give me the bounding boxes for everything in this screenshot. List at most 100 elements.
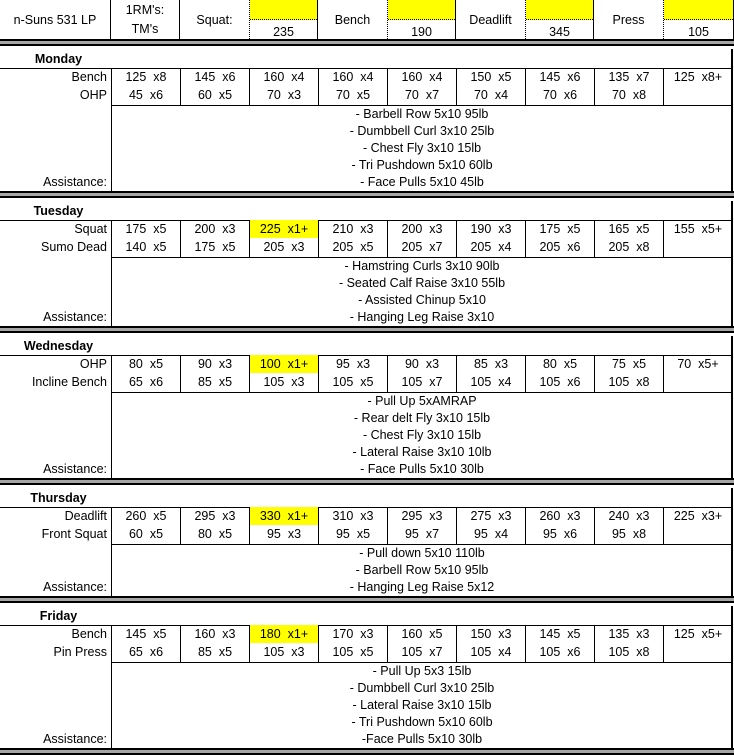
bench-label-cell[interactable]: Bench xyxy=(318,0,387,39)
primary-set-cell[interactable]: 295 x3 xyxy=(181,507,249,525)
primary-set-cell[interactable]: 145 x5 xyxy=(526,625,594,643)
secondary-set-cell[interactable]: 105 x7 xyxy=(388,373,456,391)
primary-set-cell[interactable]: 80 x5 xyxy=(526,355,594,373)
deadlift-tm-cell[interactable]: 345 xyxy=(525,0,594,39)
secondary-set-cell[interactable]: 205 x5 xyxy=(319,238,387,256)
secondary-set-cell[interactable]: 70 x4 xyxy=(457,86,525,104)
rm-label-cell[interactable]: 1RM's: TM's xyxy=(111,0,180,39)
primary-set-cell[interactable]: 160 x4 xyxy=(319,68,387,86)
primary-set-cell[interactable]: 175 x5 xyxy=(526,220,594,238)
primary-set-cell[interactable]: 80 x5 xyxy=(112,355,180,373)
bench-1rm-input[interactable] xyxy=(388,0,455,20)
secondary-set-cell[interactable]: 65 x6 xyxy=(112,373,180,391)
secondary-set-cell[interactable]: 70 x8 xyxy=(595,86,663,104)
primary-set-cell[interactable]: 200 x3 xyxy=(181,220,249,238)
press-1rm-input[interactable] xyxy=(664,0,733,20)
secondary-set-cell[interactable]: 70 x7 xyxy=(388,86,456,104)
secondary-set-cell[interactable] xyxy=(664,373,732,391)
secondary-set-cell[interactable]: 105 x7 xyxy=(388,643,456,661)
secondary-set-cell[interactable]: 205 x4 xyxy=(457,238,525,256)
primary-set-cell[interactable]: 125 x5+ xyxy=(664,625,732,643)
secondary-set-cell[interactable]: 105 x6 xyxy=(526,373,594,391)
primary-set-cell[interactable]: 160 x4 xyxy=(250,68,318,86)
secondary-set-cell[interactable]: 65 x6 xyxy=(112,643,180,661)
primary-set-cell[interactable]: 95 x3 xyxy=(319,355,387,373)
primary-set-cell[interactable]: 150 x3 xyxy=(457,625,525,643)
primary-set-cell[interactable]: 210 x3 xyxy=(319,220,387,238)
secondary-set-cell[interactable]: 105 x8 xyxy=(595,373,663,391)
squat-tm-cell[interactable]: 235 xyxy=(249,0,318,39)
primary-set-cell[interactable]: 160 x4 xyxy=(388,68,456,86)
secondary-set-cell[interactable]: 45 x6 xyxy=(112,86,180,104)
assistance-cell[interactable]: - Pull Up 5xAMRAP - Rear delt Fly 3x10 15… xyxy=(111,392,732,478)
primary-set-cell[interactable]: 160 x5 xyxy=(388,625,456,643)
primary-set-cell[interactable]: 260 x5 xyxy=(112,507,180,525)
assistance-cell[interactable]: - Hamstring Curls 3x10 90lb - Seated Calf… xyxy=(111,257,732,326)
secondary-set-cell[interactable]: 205 x3 xyxy=(250,238,318,256)
secondary-set-cell[interactable]: 105 x8 xyxy=(595,643,663,661)
secondary-set-cell[interactable]: 70 x6 xyxy=(526,86,594,104)
primary-set-cell[interactable]: 145 x6 xyxy=(181,68,249,86)
primary-set-cell[interactable]: 145 x5 xyxy=(112,625,180,643)
secondary-set-cell[interactable]: 205 x8 xyxy=(595,238,663,256)
amrap-set-cell[interactable]: 330 x1+ xyxy=(250,507,318,525)
assistance-cell[interactable]: - Pull down 5x10 110lb - Barbell Row 5x10… xyxy=(111,544,732,596)
program-title-cell[interactable]: n-Suns 531 LP xyxy=(0,0,111,39)
assistance-cell[interactable]: - Pull Up 5x3 15lb - Dumbbell Curl 3x10 2… xyxy=(111,662,732,748)
primary-set-cell[interactable]: 240 x3 xyxy=(595,507,663,525)
squat-1rm-input[interactable] xyxy=(250,0,317,20)
amrap-set-cell[interactable]: 180 x1+ xyxy=(250,625,318,643)
primary-set-cell[interactable]: 260 x3 xyxy=(526,507,594,525)
primary-set-cell[interactable]: 145 x6 xyxy=(526,68,594,86)
secondary-set-cell[interactable]: 95 x4 xyxy=(457,525,525,543)
primary-set-cell[interactable]: 125 x8 xyxy=(112,68,180,86)
secondary-set-cell[interactable]: 105 x4 xyxy=(457,643,525,661)
primary-set-cell[interactable]: 170 x3 xyxy=(319,625,387,643)
primary-set-cell[interactable]: 295 x3 xyxy=(388,507,456,525)
secondary-set-cell[interactable]: 95 x8 xyxy=(595,525,663,543)
primary-set-cell[interactable]: 275 x3 xyxy=(457,507,525,525)
secondary-set-cell[interactable] xyxy=(664,238,732,256)
secondary-set-cell[interactable]: 105 x3 xyxy=(250,373,318,391)
secondary-set-cell[interactable]: 60 x5 xyxy=(181,86,249,104)
primary-set-cell[interactable]: 70 x5+ xyxy=(664,355,732,373)
secondary-set-cell[interactable]: 60 x5 xyxy=(112,525,180,543)
primary-set-cell[interactable]: 90 x3 xyxy=(388,355,456,373)
secondary-set-cell[interactable]: 80 x5 xyxy=(181,525,249,543)
primary-set-cell[interactable]: 190 x3 xyxy=(457,220,525,238)
secondary-set-cell[interactable]: 95 x5 xyxy=(319,525,387,543)
primary-set-cell[interactable]: 135 x7 xyxy=(595,68,663,86)
secondary-set-cell[interactable]: 105 x5 xyxy=(319,643,387,661)
primary-set-cell[interactable]: 225 x3+ xyxy=(664,507,732,525)
secondary-set-cell[interactable] xyxy=(664,643,732,661)
bench-tm-cell[interactable]: 190 xyxy=(387,0,456,39)
primary-set-cell[interactable]: 85 x3 xyxy=(457,355,525,373)
secondary-set-cell[interactable]: 105 x6 xyxy=(526,643,594,661)
secondary-set-cell[interactable]: 175 x5 xyxy=(181,238,249,256)
primary-set-cell[interactable]: 135 x3 xyxy=(595,625,663,643)
secondary-set-cell[interactable] xyxy=(664,525,732,543)
amrap-set-cell[interactable]: 225 x1+ xyxy=(250,220,318,238)
secondary-set-cell[interactable]: 205 x7 xyxy=(388,238,456,256)
primary-set-cell[interactable]: 200 x3 xyxy=(388,220,456,238)
primary-set-cell[interactable]: 175 x5 xyxy=(112,220,180,238)
secondary-set-cell[interactable]: 95 x7 xyxy=(388,525,456,543)
secondary-set-cell[interactable]: 105 x3 xyxy=(250,643,318,661)
press-tm-cell[interactable]: 105 xyxy=(663,0,733,39)
squat-label-cell[interactable]: Squat: xyxy=(180,0,249,39)
press-label-cell[interactable]: Press xyxy=(594,0,663,39)
primary-set-cell[interactable]: 125 x8+ xyxy=(664,68,732,86)
primary-set-cell[interactable]: 310 x3 xyxy=(319,507,387,525)
secondary-set-cell[interactable]: 95 x6 xyxy=(526,525,594,543)
secondary-set-cell[interactable]: 105 x4 xyxy=(457,373,525,391)
secondary-set-cell[interactable]: 70 x3 xyxy=(250,86,318,104)
secondary-set-cell[interactable]: 85 x5 xyxy=(181,643,249,661)
primary-set-cell[interactable]: 160 x3 xyxy=(181,625,249,643)
deadlift-1rm-input[interactable] xyxy=(526,0,593,20)
secondary-set-cell[interactable]: 95 x3 xyxy=(250,525,318,543)
secondary-set-cell[interactable]: 105 x5 xyxy=(319,373,387,391)
secondary-set-cell[interactable]: 140 x5 xyxy=(112,238,180,256)
primary-set-cell[interactable]: 75 x5 xyxy=(595,355,663,373)
primary-set-cell[interactable]: 90 x3 xyxy=(181,355,249,373)
secondary-set-cell[interactable]: 70 x5 xyxy=(319,86,387,104)
